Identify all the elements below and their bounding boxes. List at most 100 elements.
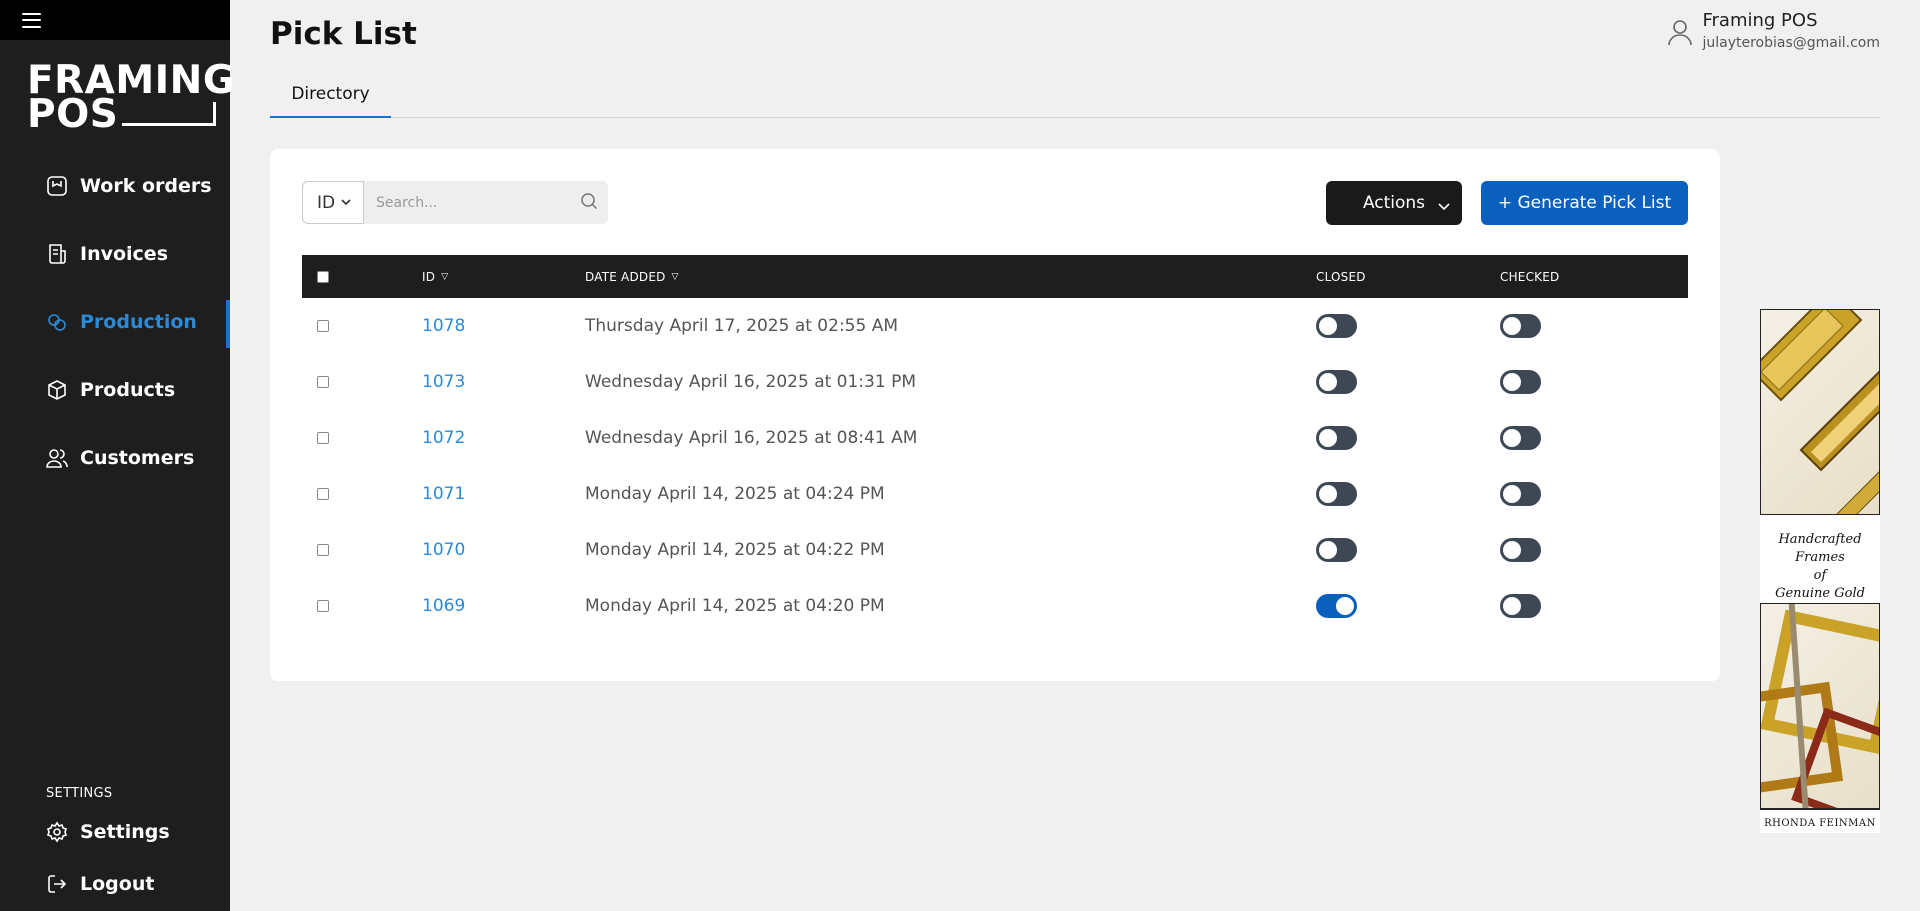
gold-frame-image bbox=[1760, 309, 1880, 515]
work-orders-icon bbox=[46, 175, 68, 197]
id-cell: 1069 bbox=[422, 578, 465, 634]
column-header-checked: CHECKED bbox=[1500, 255, 1559, 298]
checked-toggle[interactable] bbox=[1500, 314, 1541, 338]
gold-frames-image-2 bbox=[1760, 603, 1880, 809]
table-row: 1070 Monday April 14, 2025 at 04:22 PM bbox=[302, 522, 1688, 578]
sort-icon: ▽ bbox=[671, 271, 679, 282]
pick-list-id-link[interactable]: 1072 bbox=[422, 428, 465, 448]
checked-toggle[interactable] bbox=[1500, 538, 1541, 562]
pick-list-id-link[interactable]: 1071 bbox=[422, 484, 465, 504]
sidebar-item-label: Logout bbox=[80, 873, 155, 895]
sidebar-item-products[interactable]: Products bbox=[0, 356, 230, 424]
search-filter: ID bbox=[302, 181, 608, 224]
table-row: 1071 Monday April 14, 2025 at 04:24 PM bbox=[302, 466, 1688, 522]
settings-heading: SETTINGS bbox=[46, 786, 113, 801]
sidebar-item-label: Invoices bbox=[80, 243, 169, 265]
select-all-checkbox[interactable] bbox=[317, 270, 329, 283]
table-header: ID ▽ DATE ADDED ▽ CLOSED CHECKED bbox=[302, 255, 1688, 298]
closed-cell bbox=[1316, 410, 1357, 466]
row-select-cell bbox=[317, 578, 329, 634]
sidebar: FRAMING POS Work orders Invoices Product… bbox=[0, 0, 235, 911]
checked-toggle[interactable] bbox=[1500, 426, 1541, 450]
checked-toggle[interactable] bbox=[1500, 482, 1541, 506]
sort-icon: ▽ bbox=[441, 271, 449, 282]
id-cell: 1078 bbox=[422, 298, 465, 354]
row-checkbox[interactable] bbox=[317, 600, 329, 612]
ad-text-line: of bbox=[1813, 568, 1827, 583]
pick-list-card: ID Actions + Generate Pick List ID ▽ bbox=[270, 149, 1720, 681]
ad-footer: RHONDA FEINMAN bbox=[1760, 809, 1880, 829]
checked-cell bbox=[1500, 298, 1541, 354]
logout-icon bbox=[46, 873, 68, 895]
sidebar-item-logout[interactable]: Logout bbox=[0, 858, 230, 910]
gear-icon bbox=[46, 821, 68, 843]
search-icon[interactable] bbox=[580, 192, 598, 214]
column-header-date-added[interactable]: DATE ADDED ▽ bbox=[585, 255, 679, 298]
chevron-down-icon bbox=[341, 196, 351, 209]
row-select-cell bbox=[317, 298, 329, 354]
page-title: Pick List bbox=[270, 16, 417, 52]
closed-toggle[interactable] bbox=[1316, 482, 1357, 506]
pick-list-id-link[interactable]: 1073 bbox=[422, 372, 465, 392]
date-added: Thursday April 17, 2025 at 02:55 AM bbox=[585, 316, 898, 336]
row-select-cell bbox=[317, 354, 329, 410]
sidebar-item-production[interactable]: Production bbox=[0, 288, 230, 356]
row-checkbox[interactable] bbox=[317, 376, 329, 388]
actions-button[interactable]: Actions bbox=[1326, 181, 1462, 225]
app-logo[interactable]: FRAMING POS bbox=[27, 61, 235, 137]
date-cell: Monday April 14, 2025 at 04:20 PM bbox=[585, 578, 885, 634]
id-cell: 1072 bbox=[422, 410, 465, 466]
date-added: Monday April 14, 2025 at 04:24 PM bbox=[585, 484, 885, 504]
generate-pick-list-button[interactable]: + Generate Pick List bbox=[1481, 181, 1688, 225]
tab-bar: Directory bbox=[270, 80, 1880, 118]
sidebar-item-customers[interactable]: Customers bbox=[0, 424, 230, 492]
logo-line-2: POS bbox=[27, 92, 119, 137]
sidebar-item-label: Products bbox=[80, 379, 176, 401]
column-header-closed: CLOSED bbox=[1316, 255, 1366, 298]
table-row: 1072 Wednesday April 16, 2025 at 08:41 A… bbox=[302, 410, 1688, 466]
date-added: Monday April 14, 2025 at 04:20 PM bbox=[585, 596, 885, 616]
table-row: 1069 Monday April 14, 2025 at 04:20 PM bbox=[302, 578, 1688, 634]
closed-toggle[interactable] bbox=[1316, 426, 1357, 450]
tab-directory[interactable]: Directory bbox=[270, 80, 391, 118]
row-checkbox[interactable] bbox=[317, 432, 329, 444]
filter-field-select[interactable]: ID bbox=[302, 181, 364, 224]
search-input[interactable] bbox=[376, 194, 580, 211]
checked-cell bbox=[1500, 578, 1541, 634]
row-select-cell bbox=[317, 522, 329, 578]
checked-toggle[interactable] bbox=[1500, 370, 1541, 394]
pick-list-id-link[interactable]: 1070 bbox=[422, 540, 465, 560]
sidebar-item-invoices[interactable]: Invoices bbox=[0, 220, 230, 288]
logo-bracket bbox=[122, 102, 217, 126]
column-header-id[interactable]: ID ▽ bbox=[422, 255, 448, 298]
table-row: 1073 Wednesday April 16, 2025 at 01:31 P… bbox=[302, 354, 1688, 410]
closed-cell bbox=[1316, 298, 1357, 354]
closed-toggle[interactable] bbox=[1316, 370, 1357, 394]
invoice-icon bbox=[46, 243, 68, 265]
closed-toggle[interactable] bbox=[1316, 538, 1357, 562]
row-checkbox[interactable] bbox=[317, 544, 329, 556]
closed-toggle[interactable] bbox=[1316, 314, 1357, 338]
row-checkbox[interactable] bbox=[317, 320, 329, 332]
column-label: CLOSED bbox=[1316, 269, 1366, 284]
advertisement[interactable]: Handcrafted Frames of Genuine Gold Leaf … bbox=[1760, 309, 1880, 833]
date-cell: Thursday April 17, 2025 at 02:55 AM bbox=[585, 298, 898, 354]
users-icon bbox=[46, 447, 68, 469]
user-menu[interactable]: Framing POS julayterobias@gmail.com bbox=[1666, 10, 1880, 51]
id-cell: 1073 bbox=[422, 354, 465, 410]
row-checkbox[interactable] bbox=[317, 488, 329, 500]
pick-list-id-link[interactable]: 1069 bbox=[422, 596, 465, 616]
actions-label: Actions bbox=[1362, 193, 1426, 213]
closed-cell bbox=[1316, 466, 1357, 522]
pick-list-id-link[interactable]: 1078 bbox=[422, 316, 465, 336]
sidebar-item-work-orders[interactable]: Work orders bbox=[0, 152, 230, 220]
checked-cell bbox=[1500, 466, 1541, 522]
checked-cell bbox=[1500, 522, 1541, 578]
closed-toggle[interactable] bbox=[1316, 594, 1357, 618]
sidebar-item-settings[interactable]: Settings bbox=[0, 806, 230, 858]
menu-icon[interactable] bbox=[22, 12, 41, 28]
filter-field-value: ID bbox=[317, 192, 336, 213]
ad-text-line: Handcrafted Frames bbox=[1778, 532, 1862, 565]
checked-toggle[interactable] bbox=[1500, 594, 1541, 618]
row-select-cell bbox=[317, 410, 329, 466]
